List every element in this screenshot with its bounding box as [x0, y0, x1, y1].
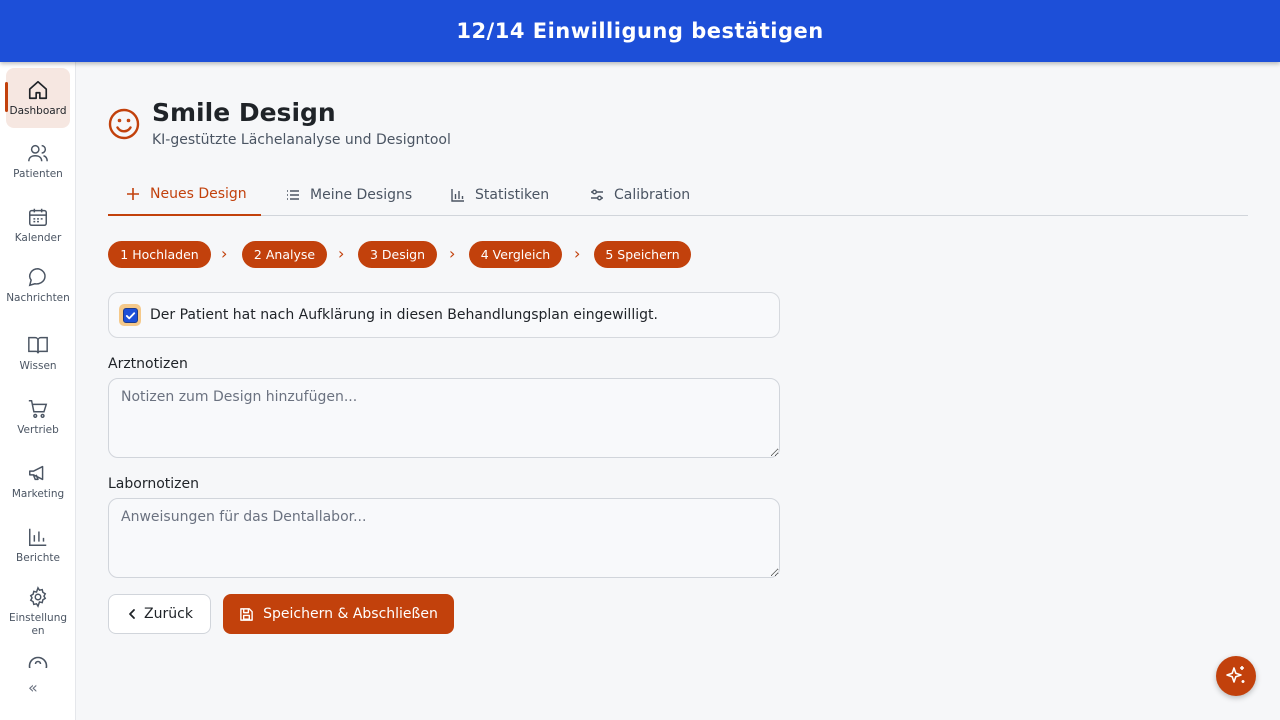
smile-icon [108, 108, 140, 140]
tab-bar: Neues Design Meine Designs Statistiken C… [108, 174, 1248, 216]
consent-checkbox-focus-ring [119, 304, 141, 326]
sidebar-item-label: Nachrichten [6, 292, 70, 304]
sidebar-item-label: Dashboard [9, 105, 67, 117]
sidebar: Dashboard Patienten Kalender Nachrichten… [0, 62, 76, 720]
tab-label: Statistiken [475, 187, 550, 203]
help-icon[interactable] [28, 656, 48, 668]
save-button-label: Speichern & Abschließen [263, 606, 438, 622]
sidebar-item-label: Kalender [14, 232, 62, 244]
tab-meine-designs[interactable]: Meine Designs [286, 174, 412, 216]
consent-label[interactable]: Der Patient hat nach Aufklärung in diese… [150, 307, 658, 323]
sidebar-item-dashboard[interactable]: Dashboard [5, 68, 70, 128]
sliders-icon [591, 189, 603, 201]
page-subtitle: KI-gestützte Lächelanalyse und Designtoo… [152, 132, 451, 148]
sidebar-item-berichte[interactable]: Berichte [6, 526, 70, 565]
step-hochladen[interactable]: 1 Hochladen [108, 241, 211, 268]
sidebar-item-label: Einstellungen [8, 612, 68, 637]
lab-notes-field[interactable] [108, 498, 780, 578]
check-icon [125, 311, 135, 319]
tab-neues-design[interactable]: Neues Design [108, 174, 261, 216]
sidebar-item-label: Patienten [13, 168, 63, 180]
ai-assistant-button[interactable] [1216, 656, 1256, 696]
calendar-icon [29, 208, 47, 226]
sidebar-item-nachrichten[interactable]: Nachrichten [6, 266, 70, 305]
main-content: Smile Design KI-gestützte Lächelanalyse … [76, 62, 1280, 720]
consent-checkbox[interactable] [122, 307, 138, 323]
chevron-right-icon: › [574, 244, 581, 263]
tab-label: Neues Design [150, 186, 247, 202]
doctor-notes-label: Arztnotizen [108, 356, 188, 372]
sparkles-icon [1226, 666, 1245, 683]
book-icon [28, 336, 48, 354]
sidebar-item-kalender[interactable]: Kalender [6, 206, 70, 245]
consent-box: Der Patient hat nach Aufklärung in diese… [108, 292, 780, 338]
tab-label: Calibration [614, 187, 691, 203]
megaphone-icon [29, 465, 44, 481]
sidebar-item-vertrieb[interactable]: Vertrieb [6, 398, 70, 437]
sidebar-item-label: Vertrieb [17, 424, 59, 436]
sidebar-item-label: Berichte [16, 552, 60, 564]
chevron-right-icon: › [221, 244, 228, 263]
save-icon [240, 607, 253, 621]
sidebar-item-marketing[interactable]: Marketing [6, 462, 70, 501]
chevron-right-icon: › [338, 244, 345, 263]
banner-title: 12/14 Einwilligung bestätigen [456, 19, 824, 43]
gear-icon [29, 586, 47, 608]
back-button-label: Zurück [144, 606, 193, 622]
bar-chart-icon [29, 528, 47, 546]
tab-calibration[interactable]: Calibration [590, 174, 690, 216]
sidebar-item-wissen[interactable]: Wissen [6, 334, 70, 373]
step-speichern[interactable]: 5 Speichern [594, 241, 691, 268]
collapse-sidebar-button[interactable]: « [28, 678, 38, 697]
tab-label: Meine Designs [310, 187, 413, 203]
tab-statistiken[interactable]: Statistiken [451, 174, 549, 216]
sidebar-item-label: Wissen [19, 360, 57, 372]
cart-icon [28, 400, 48, 418]
list-icon [287, 190, 299, 200]
plus-icon [127, 188, 139, 200]
chevron-left-icon [129, 609, 135, 619]
sidebar-item-einstellungen[interactable]: Einstellungen [6, 586, 70, 638]
save-finish-button[interactable]: Speichern & Abschließen [223, 594, 454, 634]
doctor-notes-field[interactable] [108, 378, 780, 458]
lab-notes-label: Labornotizen [108, 476, 199, 492]
message-icon [28, 268, 46, 287]
home-icon [28, 80, 48, 100]
page-title: Smile Design [152, 98, 336, 127]
bar-chart-icon [451, 189, 464, 202]
chevron-right-icon: › [449, 244, 456, 263]
step-design[interactable]: 3 Design [358, 241, 437, 268]
sidebar-item-label: Marketing [11, 488, 65, 500]
step-analyse[interactable]: 2 Analyse [242, 241, 327, 268]
sidebar-item-patienten[interactable]: Patienten [6, 142, 70, 181]
users-icon [28, 144, 48, 162]
tutorial-banner: 12/14 Einwilligung bestätigen [0, 0, 1280, 62]
back-button[interactable]: Zurück [108, 594, 211, 634]
step-vergleich[interactable]: 4 Vergleich [469, 241, 562, 268]
